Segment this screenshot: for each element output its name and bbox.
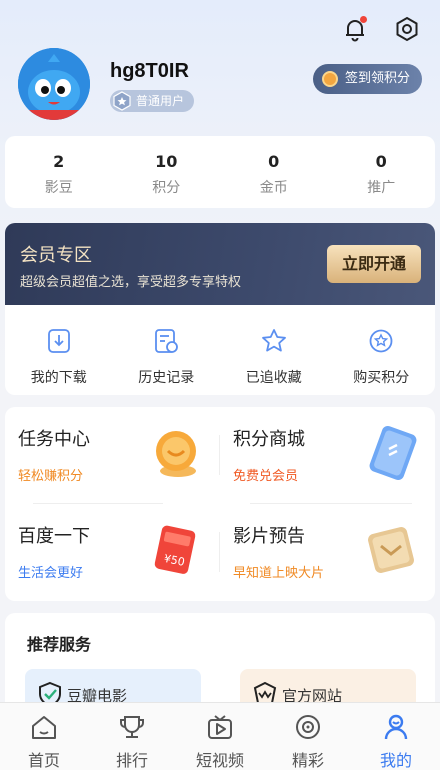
video-icon: [208, 715, 232, 739]
quick-link-label: 购买积分: [353, 370, 410, 386]
bottom-tab-bar: 首页 排行 短视频 精彩 我的: [0, 702, 440, 770]
tab-label: 短视频: [195, 751, 244, 770]
stat-promotion[interactable]: 0 推广: [328, 136, 436, 208]
card-title: 影片预告: [233, 526, 305, 547]
coin-stack-icon: [156, 431, 196, 477]
ticket-icon: [368, 527, 414, 573]
red-envelope-icon: ¥50: [154, 525, 196, 574]
card-subtitle: 早知道上映大片: [233, 566, 325, 581]
quick-link-label: 已追收藏: [245, 370, 302, 386]
card-subtitle: 生活会更好: [18, 566, 84, 581]
vip-open-button[interactable]: 立即开通: [327, 245, 421, 283]
stats-card: 2 影豆 10 积分 0 金币 0 推广: [5, 136, 435, 208]
trophy-icon: [120, 716, 144, 738]
sign-in-label: 签到领积分: [344, 71, 410, 86]
vip-subtitle: 超级会员超值之选，享受超多专享特权: [20, 275, 242, 290]
section-title: 推荐服务: [27, 635, 92, 654]
stat-label: 推广: [367, 180, 396, 196]
quick-link-label: 历史记录: [138, 370, 195, 386]
disc-icon: [296, 715, 320, 739]
tab-home[interactable]: 首页: [0, 703, 88, 770]
task-center-card[interactable]: 任务中心 轻松赚积分: [5, 407, 220, 504]
stat-label: 金币: [259, 180, 288, 196]
sign-in-points-button[interactable]: 签到领积分: [312, 64, 422, 94]
card-icon: [369, 425, 417, 481]
user-level-label: 普通用户: [136, 94, 185, 108]
history-icon: [155, 329, 179, 353]
level-badge-icon: [113, 91, 131, 111]
user-level-badge: 普通用户: [110, 90, 195, 112]
vip-card: 会员专区 超级会员超值之选，享受超多专享特权 立即开通 我的下载 历史记录 已追…: [5, 223, 435, 395]
stat-value: 2: [53, 152, 65, 171]
quick-link-label: 我的下载: [30, 370, 87, 386]
avatar[interactable]: [18, 48, 90, 120]
tab-label: 排行: [115, 751, 148, 770]
coin-icon: [321, 71, 338, 87]
stat-beans[interactable]: 2 影豆: [5, 136, 113, 208]
points-icon: [369, 329, 393, 353]
stat-value: 0: [375, 152, 387, 171]
card-subtitle: 轻松赚积分: [18, 469, 84, 484]
top-actions: [340, 14, 422, 44]
tab-ranking[interactable]: 排行: [88, 703, 176, 770]
profile-section: hg8T0IR 普通用户 签到领积分: [18, 48, 422, 122]
quick-link-history[interactable]: 历史记录: [113, 327, 221, 387]
stat-value: 10: [155, 152, 178, 171]
baidu-card[interactable]: 百度一下 生活会更好 ¥50: [5, 504, 220, 601]
star-icon: [261, 329, 286, 352]
stat-label: 影豆: [44, 180, 73, 196]
stat-label: 积分: [152, 180, 181, 196]
stat-points[interactable]: 10 积分: [113, 136, 221, 208]
card-subtitle: 免费兑会员: [233, 469, 299, 484]
tab-label: 精彩: [291, 751, 324, 770]
username: hg8T0IR: [110, 60, 189, 82]
notification-dot: [360, 16, 367, 23]
quick-link-downloads[interactable]: 我的下载: [5, 327, 113, 387]
quick-links: 我的下载 历史记录 已追收藏 购买积分: [5, 305, 435, 387]
services-grid: 任务中心 轻松赚积分 积分商城 免费兑会员 百度一下 生活会更好 ¥50 影片预…: [5, 407, 435, 601]
points-mall-card[interactable]: 积分商城 免费兑会员: [220, 407, 435, 504]
stat-value: 0: [268, 152, 280, 171]
tab-label: 首页: [27, 751, 60, 770]
quick-link-buy-points[interactable]: 购买积分: [328, 327, 436, 387]
vip-title: 会员专区: [20, 245, 92, 266]
tab-highlights[interactable]: 精彩: [264, 703, 352, 770]
trailer-card[interactable]: 影片预告 早知道上映大片: [220, 504, 435, 601]
vip-banner: 会员专区 超级会员超值之选，享受超多专享特权 立即开通: [5, 223, 435, 305]
quick-link-favorites[interactable]: 已追收藏: [220, 327, 328, 387]
tab-short-video[interactable]: 短视频: [176, 703, 264, 770]
tab-mine[interactable]: 我的: [352, 703, 440, 770]
card-title: 积分商城: [233, 429, 305, 450]
card-title: 任务中心: [18, 429, 90, 450]
home-icon: [32, 716, 56, 739]
download-icon: [47, 329, 70, 353]
user-icon: [384, 714, 408, 740]
settings-icon[interactable]: [392, 14, 422, 44]
tab-label: 我的: [379, 751, 412, 770]
card-title: 百度一下: [18, 526, 90, 547]
stat-coins[interactable]: 0 金币: [220, 136, 328, 208]
bell-icon[interactable]: [340, 14, 370, 44]
